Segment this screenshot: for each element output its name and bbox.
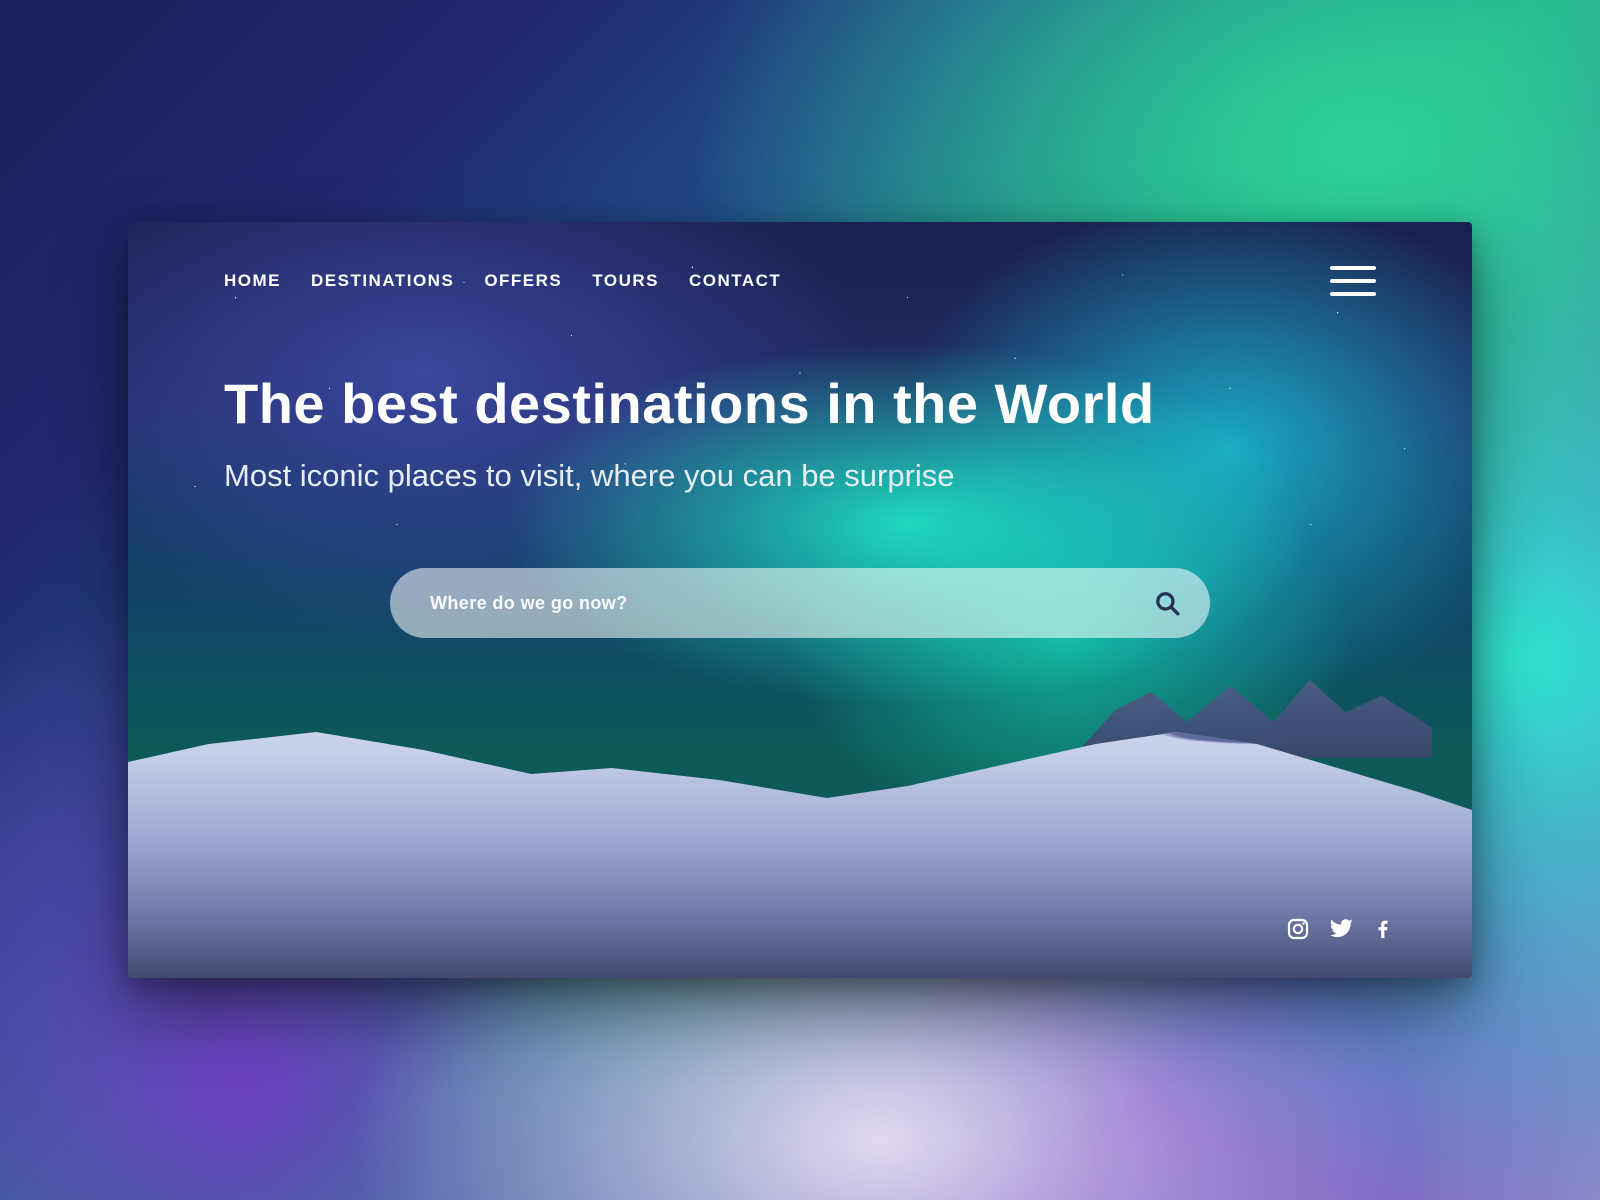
nav-home[interactable]: HOME (224, 271, 281, 291)
search-container (390, 568, 1210, 638)
hero-subtitle: Most iconic places to visit, where you c… (224, 458, 1376, 494)
menu-icon[interactable] (1330, 266, 1376, 296)
hero-card: HOME DESTINATIONS OFFERS TOURS CONTACT T… (128, 222, 1472, 978)
nav-offers[interactable]: OFFERS (484, 271, 562, 291)
hero-title: The best destinations in the World (224, 372, 1376, 436)
search-bar (390, 568, 1210, 638)
search-input[interactable] (430, 593, 1152, 614)
nav-tours[interactable]: TOURS (592, 271, 659, 291)
nav-destinations[interactable]: DESTINATIONS (311, 271, 454, 291)
social-links (1286, 916, 1394, 942)
hero-text: The best destinations in the World Most … (224, 372, 1376, 494)
facebook-icon[interactable] (1372, 918, 1394, 940)
nav-contact[interactable]: CONTACT (689, 271, 781, 291)
twitter-icon[interactable] (1328, 916, 1354, 942)
instagram-icon[interactable] (1286, 917, 1310, 941)
top-nav: HOME DESTINATIONS OFFERS TOURS CONTACT (224, 266, 1376, 296)
search-icon[interactable] (1152, 588, 1182, 618)
